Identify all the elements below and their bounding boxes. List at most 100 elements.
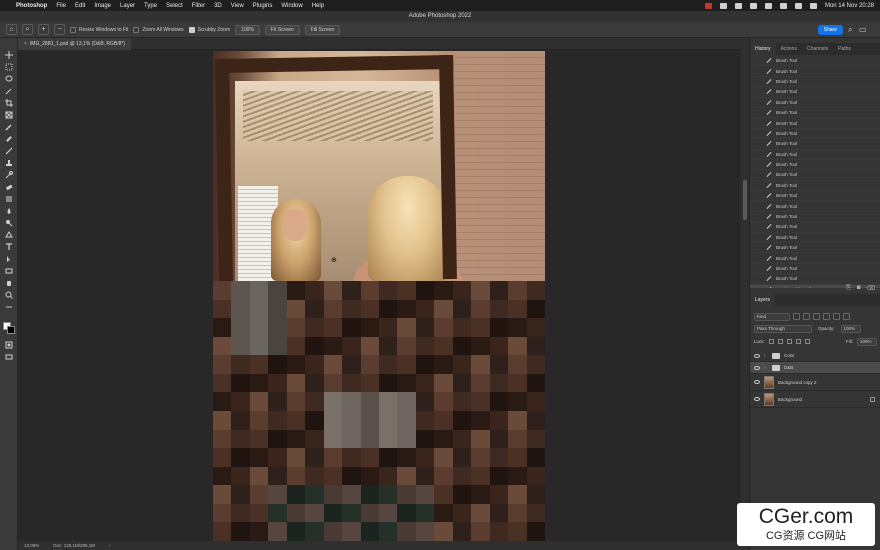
menu-window[interactable]: Window bbox=[281, 3, 302, 9]
blend-mode-select[interactable]: Pass Through bbox=[754, 324, 812, 333]
layer-group-color[interactable]: › Color bbox=[750, 350, 880, 362]
zoom-all-windows-checkbox[interactable]: Zoom All Windows bbox=[133, 26, 184, 33]
history-item[interactable]: Brush Tool bbox=[750, 108, 880, 119]
screen-mode-icon[interactable] bbox=[4, 352, 14, 361]
rectangle-tool-icon[interactable] bbox=[4, 266, 14, 275]
tab-layers[interactable]: Layers bbox=[750, 294, 776, 306]
close-icon[interactable]: × bbox=[24, 41, 27, 47]
menu-layer[interactable]: Layer bbox=[120, 3, 135, 9]
menu-view[interactable]: View bbox=[231, 3, 244, 9]
lock-image-icon[interactable] bbox=[777, 339, 783, 344]
lock-icon[interactable] bbox=[870, 396, 875, 402]
scrollbar-thumb[interactable] bbox=[743, 180, 747, 220]
zoom-out-icon[interactable]: − bbox=[54, 24, 65, 35]
history-item[interactable]: Brush Tool bbox=[750, 160, 880, 171]
visibility-eye-icon[interactable] bbox=[754, 397, 760, 401]
visibility-eye-icon[interactable] bbox=[754, 380, 760, 384]
filter-smart-object-icon[interactable] bbox=[833, 313, 840, 320]
brush-tool-icon[interactable] bbox=[4, 146, 14, 155]
tab-paths[interactable]: Paths bbox=[833, 43, 856, 55]
clone-stamp-tool-icon[interactable] bbox=[4, 158, 14, 167]
history-item[interactable]: Brush Tool bbox=[750, 98, 880, 108]
new-snapshot-icon[interactable]: ⎘ bbox=[846, 285, 851, 292]
history-item[interactable]: Brush Tool bbox=[750, 170, 880, 181]
fill-screen-button[interactable]: Fill Screen bbox=[304, 24, 341, 35]
dodge-tool-icon[interactable] bbox=[4, 218, 14, 227]
menu-type[interactable]: Type bbox=[144, 3, 157, 9]
history-item[interactable]: Brush Tool bbox=[750, 118, 880, 129]
history-item[interactable]: Brush Tool bbox=[750, 129, 880, 140]
canvas-area[interactable]: ⊕ bbox=[18, 51, 749, 541]
history-item[interactable]: Brush Tool bbox=[750, 66, 880, 77]
history-item[interactable]: Brush Tool bbox=[750, 87, 880, 98]
blur-tool-icon[interactable] bbox=[4, 206, 14, 215]
wifi-icon[interactable] bbox=[719, 2, 727, 9]
history-item[interactable]: Brush Tool bbox=[750, 264, 880, 275]
frame-tool-icon[interactable] bbox=[4, 110, 14, 119]
zoom-level[interactable]: 13,09% bbox=[24, 543, 39, 548]
history-item[interactable]: Brush Tool bbox=[750, 191, 880, 202]
camera-icon[interactable]: ◙ bbox=[857, 285, 861, 291]
menu-select[interactable]: Select bbox=[166, 3, 183, 9]
chevron-right-icon[interactable]: › bbox=[109, 543, 111, 548]
resize-windows-checkbox[interactable]: Resize Windows to Fit bbox=[70, 26, 128, 33]
history-item[interactable]: Brush Tool bbox=[750, 253, 880, 264]
path-selection-tool-icon[interactable] bbox=[4, 254, 14, 263]
lasso-tool-icon[interactable] bbox=[4, 74, 14, 83]
hand-tool-icon[interactable] bbox=[4, 278, 14, 287]
layer-background-copy-2[interactable]: Background copy 2 bbox=[750, 374, 880, 391]
scrubby-zoom-checkbox[interactable]: Scrubby Zoom bbox=[188, 26, 230, 33]
marquee-tool-icon[interactable] bbox=[4, 62, 14, 71]
visibility-eye-icon[interactable] bbox=[754, 365, 760, 370]
document-tab[interactable]: × IMG_2883_1.psd @ 13,1% (D&B, RGB/8*) bbox=[18, 38, 132, 50]
tab-channels[interactable]: Channels bbox=[802, 43, 833, 55]
zoom-tool-icon[interactable] bbox=[4, 290, 14, 299]
lock-position-icon[interactable] bbox=[786, 339, 792, 344]
menu-3d[interactable]: 3D bbox=[214, 3, 222, 9]
menu-file[interactable]: File bbox=[56, 3, 66, 9]
move-tool-icon[interactable] bbox=[4, 50, 14, 59]
history-item[interactable]: Brush Tool bbox=[750, 222, 880, 233]
history-item[interactable]: Brush Tool bbox=[750, 139, 880, 150]
document-canvas[interactable]: ⊕ bbox=[213, 51, 545, 541]
vertical-scrollbar[interactable] bbox=[741, 180, 749, 220]
history-item[interactable]: Brush Tool bbox=[750, 150, 880, 160]
control-center-icon[interactable] bbox=[809, 2, 817, 9]
history-item[interactable]: Brush Tool bbox=[750, 77, 880, 88]
history-item[interactable]: Brush Tool bbox=[750, 212, 880, 223]
clock[interactable]: Mon 14 Nov 20:28 bbox=[825, 3, 874, 9]
bluetooth-icon[interactable] bbox=[764, 2, 772, 9]
battery-icon[interactable] bbox=[779, 2, 787, 9]
lock-all-icon[interactable] bbox=[804, 339, 810, 344]
layer-group-db[interactable]: › D&B bbox=[750, 362, 880, 374]
menu-photoshop[interactable]: Photoshop bbox=[16, 3, 47, 9]
history-item[interactable]: Brush Tool bbox=[750, 56, 880, 67]
history-brush-tool-icon[interactable] bbox=[4, 170, 14, 179]
visibility-eye-icon[interactable] bbox=[754, 353, 760, 358]
menu-plugins[interactable]: Plugins bbox=[253, 3, 273, 9]
filter-type-icon[interactable] bbox=[813, 313, 820, 320]
search-icon[interactable]: ⌕ bbox=[848, 25, 856, 34]
layer-background[interactable]: Background bbox=[750, 391, 880, 408]
tab-actions[interactable]: Actions bbox=[776, 43, 802, 55]
eyedropper-tool-icon[interactable] bbox=[4, 122, 14, 131]
zoom-tool-preset-icon[interactable]: ⌕ bbox=[22, 24, 33, 35]
workspace-icon[interactable]: ▭ bbox=[859, 25, 867, 34]
filter-shape-icon[interactable] bbox=[823, 313, 830, 320]
fill-input[interactable]: 100% bbox=[857, 337, 877, 346]
filter-adjustment-icon[interactable] bbox=[803, 313, 810, 320]
document-size[interactable]: Doc: 128,1M/286,1M bbox=[53, 543, 95, 548]
fit-screen-button[interactable]: Fit Screen bbox=[264, 24, 300, 35]
filter-kind-select[interactable]: Kind bbox=[754, 312, 790, 321]
search-icon[interactable] bbox=[794, 2, 802, 9]
chevron-right-icon[interactable]: › bbox=[764, 353, 768, 359]
zoom-100-button[interactable]: 100% bbox=[235, 24, 260, 35]
share-button[interactable]: Share bbox=[817, 25, 843, 35]
chevron-right-icon[interactable]: › bbox=[764, 365, 768, 371]
history-item[interactable]: Brush Tool bbox=[750, 181, 880, 192]
gradient-tool-icon[interactable] bbox=[4, 194, 14, 203]
pen-tool-icon[interactable] bbox=[4, 230, 14, 239]
dropbox-icon[interactable] bbox=[734, 2, 742, 9]
more-tools-icon[interactable] bbox=[4, 302, 14, 311]
filter-pixel-icon[interactable] bbox=[793, 313, 800, 320]
